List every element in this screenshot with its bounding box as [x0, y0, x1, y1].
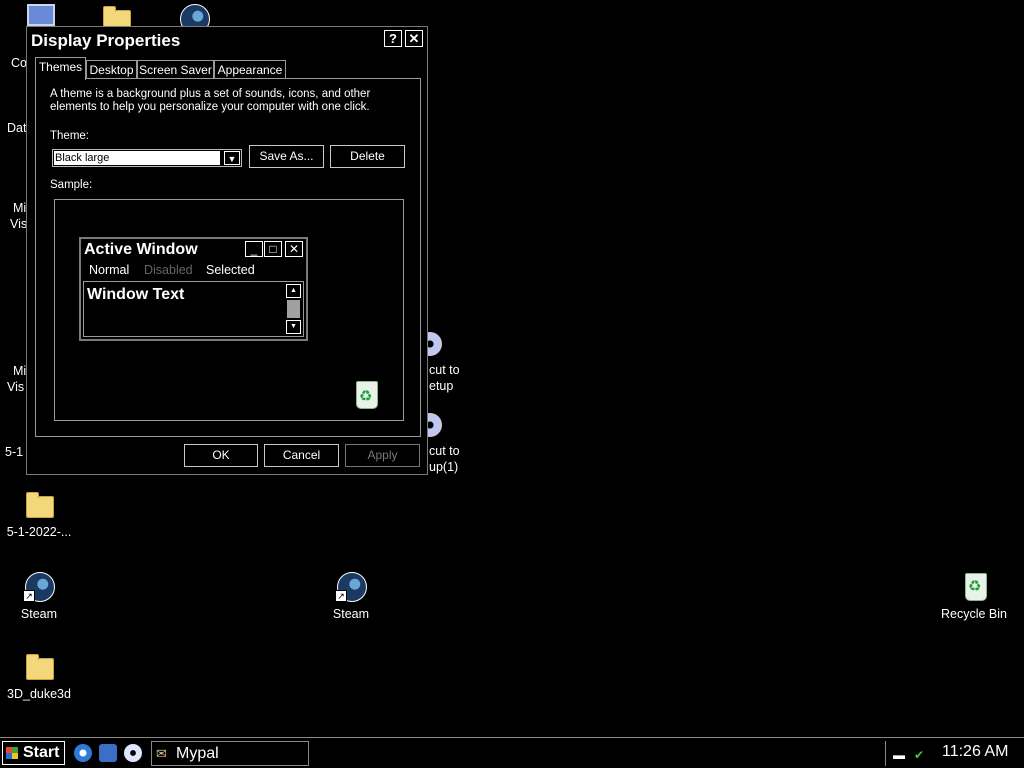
taskbar: Start ✉ Mypal ▬ ✔ 11:26 AM [0, 737, 1024, 768]
maximize-icon: □ [264, 241, 282, 257]
scroll-thumb [287, 300, 300, 318]
folder-icon [23, 488, 55, 520]
show-desktop-icon[interactable] [124, 744, 142, 762]
desktop-icon-label: Recycle Bin [941, 607, 1007, 621]
desktop-icon-label: Dat [7, 121, 27, 135]
sample-window-title: Active Window [84, 241, 198, 258]
desktop-icon-label: 5-1 [5, 445, 24, 459]
mypal-icon: ✉ [156, 746, 167, 761]
recycle-bin-icon [349, 378, 381, 410]
steam-icon: ↗ [23, 570, 55, 602]
recycle-bin-icon [958, 570, 990, 602]
windows-media-player-icon[interactable] [99, 744, 117, 762]
desktop-icon-label: up(1) [429, 460, 459, 474]
sample-label: Sample: [50, 179, 93, 191]
desktop-icon-label: etup [429, 379, 454, 393]
desktop-icon-label: Mi [13, 201, 27, 215]
sample-menu-normal: Normal [89, 263, 130, 277]
sample-scrollbar: ▲ ▼ [286, 284, 301, 334]
theme-select[interactable]: Black large ▼ [52, 149, 242, 167]
desktop-icon-label: Vis [10, 217, 28, 231]
desktop-icon-label: Mi [13, 364, 27, 378]
sample-window-client: Window Text ▲ ▼ [83, 281, 304, 337]
dialog-title: Display Properties [31, 31, 181, 50]
taskbar-button-mypal[interactable]: ✉ Mypal [151, 741, 309, 766]
minimize-icon: _ [245, 241, 263, 257]
sample-menu-disabled: Disabled [144, 263, 193, 277]
cd-icon [428, 326, 446, 358]
themes-panel: A theme is a background plus a set of so… [35, 78, 421, 437]
desktop-icon-setup-shortcut-1[interactable]: cut to up(1) [428, 407, 488, 479]
save-as-button[interactable]: Save As... [249, 145, 324, 168]
cd-icon [428, 407, 446, 439]
desktop-icon-label: Vis [7, 380, 25, 394]
tab-desktop[interactable]: Desktop [86, 60, 137, 79]
desktop-icon-3d-duke3d[interactable]: 3D_duke3d [0, 650, 84, 702]
tab-themes[interactable]: Themes [35, 57, 86, 80]
apply-button[interactable]: Apply [345, 444, 420, 467]
windows-logo-icon [6, 747, 18, 759]
scroll-up-icon: ▲ [286, 284, 301, 298]
theme-select-value: Black large [54, 151, 220, 165]
desktop-icon-steam-2[interactable]: ↗ Steam [306, 570, 396, 622]
taskbar-button-label: Mypal [176, 745, 219, 762]
desktop-icon-label: cut to [429, 444, 460, 458]
scroll-down-icon: ▼ [286, 320, 301, 334]
desktop-icon-recycle-bin[interactable]: Recycle Bin [929, 570, 1019, 622]
display-properties-dialog: Display Properties ? ✕ Themes Desktop Sc… [26, 26, 428, 475]
desktop-icon-label: cut to [429, 363, 460, 377]
steam-icon: ↗ [335, 570, 367, 602]
theme-description: A theme is a background plus a set of so… [50, 88, 371, 113]
sample-window-text: Window Text [87, 286, 185, 303]
keyboard-icon[interactable]: ▬ [893, 748, 905, 762]
start-label: Start [23, 744, 60, 761]
sample-active-window: Active Window _ □ ✕ Normal Disabled Sele… [79, 237, 308, 341]
system-tray: ▬ ✔ 11:26 AM [885, 741, 1023, 766]
desktop-icon-folder-5-1-2022[interactable]: 5-1-2022-... [0, 488, 84, 540]
tab-screen-saver[interactable]: Screen Saver [137, 60, 214, 79]
tab-appearance[interactable]: Appearance [214, 60, 286, 79]
delete-button[interactable]: Delete [330, 145, 405, 168]
help-button[interactable]: ? [384, 30, 402, 47]
clock[interactable]: 11:26 AM [942, 743, 1008, 761]
start-button[interactable]: Start [2, 741, 65, 765]
desktop-icon-label: 5-1-2022-... [6, 525, 72, 539]
theme-sample-preview: Active Window _ □ ✕ Normal Disabled Sele… [54, 199, 404, 421]
sample-menu-selected: Selected [206, 263, 255, 277]
close-button[interactable]: ✕ [405, 30, 423, 47]
cancel-button[interactable]: Cancel [264, 444, 339, 467]
theme-label: Theme: [50, 130, 89, 142]
desktop-icon-label: Steam [20, 607, 58, 621]
folder-icon [23, 650, 55, 682]
close-icon: ✕ [285, 241, 303, 257]
desktop-icon-label: Co [11, 56, 27, 70]
desktop-icon-label: Steam [332, 607, 370, 621]
safely-remove-hardware-icon[interactable]: ✔ [914, 748, 924, 762]
internet-explorer-icon[interactable] [74, 744, 92, 762]
ok-button[interactable]: OK [184, 444, 258, 467]
chevron-down-icon[interactable]: ▼ [224, 151, 240, 165]
desktop-icon-label: 3D_duke3d [7, 687, 71, 701]
desktop-icon-steam[interactable]: ↗ Steam [0, 570, 84, 622]
desktop-icon-setup-shortcut[interactable]: cut to etup [428, 326, 488, 396]
